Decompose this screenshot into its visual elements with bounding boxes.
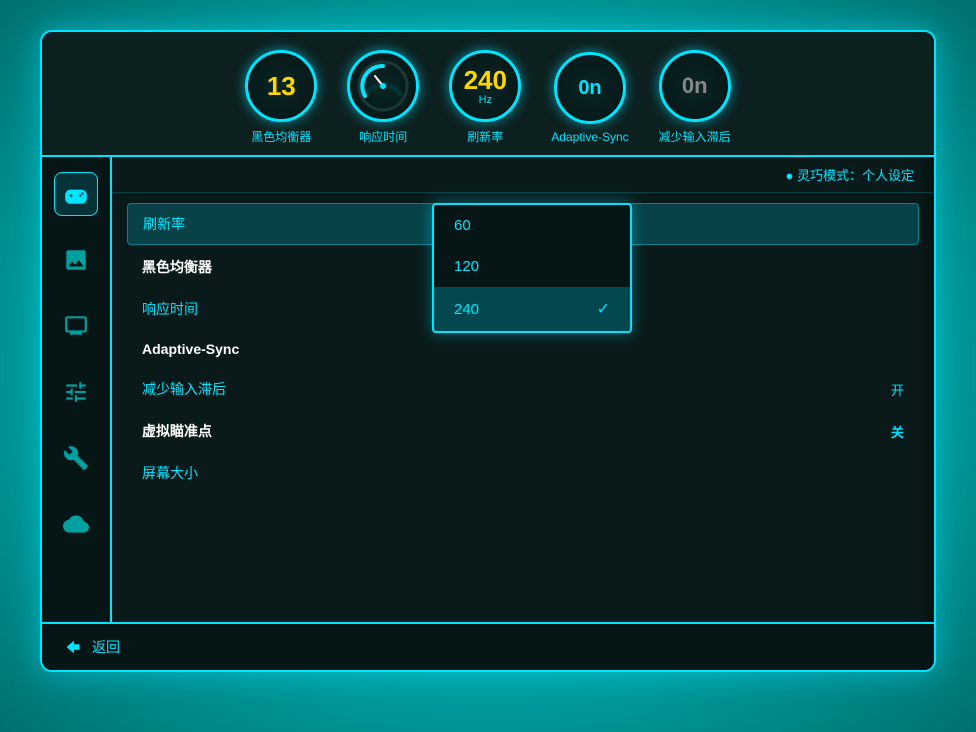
main-content: 灵巧模式：个人设定 刷新率 黑色均衡器 响应时间 Adaptive-Sync [42,157,934,660]
menu-label-screen-size: 屏幕大小 [142,463,198,483]
bottom-bar: 返回 [42,622,934,670]
menu-item-adaptive-sync[interactable]: Adaptive-Sync [127,331,919,367]
menu-label-refresh-rate: 刷新率 [143,214,185,234]
val-input-lag: 0n [682,73,708,99]
val-black-equalizer: 13 [267,73,296,99]
menu-label-adaptive-sync: Adaptive-Sync [142,341,239,357]
gauge-black-equalizer: 13 [245,50,317,122]
status-item-refresh-rate: 240 Hz 刷新率 [449,50,521,145]
menu-area: 刷新率 黑色均衡器 响应时间 Adaptive-Sync 减少输入滞后 开 [112,193,934,503]
check-icon: ✓ [597,299,610,319]
dropdown-item-240[interactable]: 240 ✓ [434,287,630,331]
sidebar-icon-cloud[interactable] [54,502,98,546]
menu-label-input-lag-reduce: 减少输入滞后 [142,379,226,399]
dropdown-label-120: 120 [454,258,479,275]
display-icon [63,313,89,339]
smart-mode-bar: 灵巧模式：个人设定 [112,157,934,193]
menu-item-virtual-aim[interactable]: 虚拟瞄准点 关 [127,411,919,451]
dropdown-item-120[interactable]: 120 [434,246,630,287]
label-input-lag: 减少输入滞后 [659,128,731,145]
label-refresh-rate: 刷新率 [467,128,503,145]
content-area: 灵巧模式：个人设定 刷新率 黑色均衡器 响应时间 Adaptive-Sync [112,157,934,660]
dropdown-label-240: 240 [454,301,479,318]
label-black-equalizer: 黑色均衡器 [251,128,311,145]
status-item-adaptive-sync: 0n Adaptive-Sync [551,52,628,144]
sliders-icon [63,379,89,405]
status-item-input-lag: 0n 减少输入滞后 [659,50,731,145]
status-bar: 13 黑色均衡器 响应时间 240 Hz 刷新率 [42,32,934,157]
menu-value-input-lag-reduce: 开 [891,380,904,399]
speedometer-svg [355,58,411,114]
menu-item-input-lag-reduce[interactable]: 减少输入滞后 开 [127,369,919,409]
back-button[interactable]: 返回 [62,636,120,658]
back-label: 返回 [92,637,120,657]
tools-icon [63,445,89,471]
unit-refresh-rate: Hz [479,94,492,106]
menu-label-black-equalizer: 黑色均衡器 [142,257,212,277]
dropdown-item-60[interactable]: 60 [434,205,630,246]
monitor-frame: 13 黑色均衡器 响应时间 240 Hz 刷新率 [40,30,936,672]
menu-item-screen-size[interactable]: 屏幕大小 [127,453,919,493]
gauge-input-lag: 0n [659,50,731,122]
dropdown-panel: 60 120 240 ✓ [432,203,632,333]
label-response-time: 响应时间 [359,128,407,145]
gauge-response-time [347,50,419,122]
menu-label-virtual-aim: 虚拟瞄准点 [142,421,212,441]
status-item-response-time: 响应时间 [347,50,419,145]
menu-value-virtual-aim: 关 [891,422,904,441]
val-adaptive-sync: 0n [578,78,601,98]
sidebar-icon-sliders[interactable] [54,370,98,414]
sidebar [42,157,112,660]
gamepad-icon [63,181,89,207]
dropdown-label-60: 60 [454,217,471,234]
gauge-adaptive-sync: 0n [554,52,626,124]
cloud-icon [63,511,89,537]
smart-mode-label: 灵巧模式：个人设定 [786,165,914,184]
sidebar-icon-image[interactable] [54,238,98,282]
back-icon [62,636,84,658]
val-refresh-rate: 240 [464,67,507,93]
label-adaptive-sync: Adaptive-Sync [551,130,628,144]
sidebar-icon-display[interactable] [54,304,98,348]
image-icon [63,247,89,273]
sidebar-icon-gamepad[interactable] [54,172,98,216]
menu-label-response-time: 响应时间 [142,299,198,319]
sidebar-icon-tools[interactable] [54,436,98,480]
status-item-black-equalizer: 13 黑色均衡器 [245,50,317,145]
gauge-refresh-rate: 240 Hz [449,50,521,122]
